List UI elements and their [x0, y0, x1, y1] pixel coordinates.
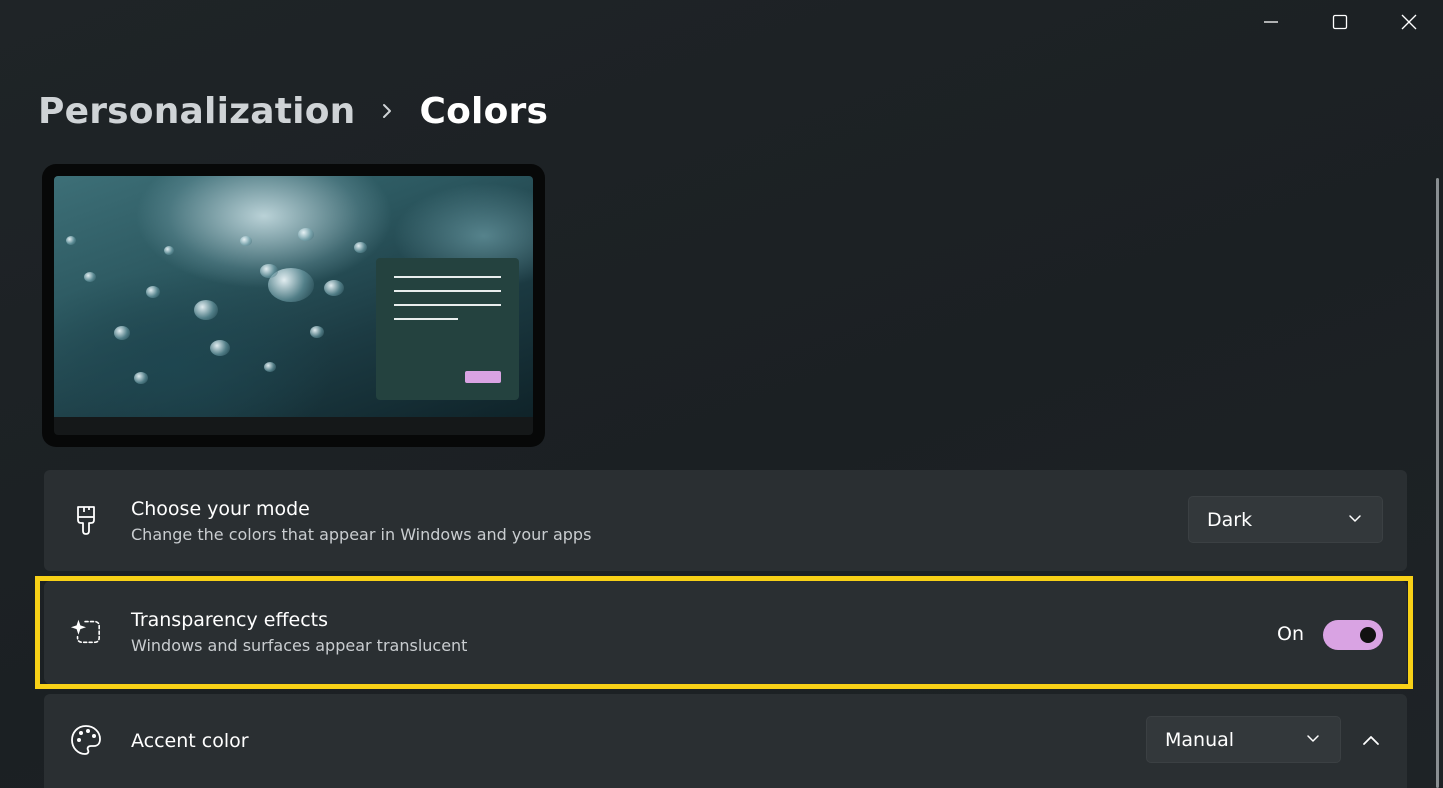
- setting-description: Change the colors that appear in Windows…: [131, 525, 592, 544]
- scrollbar[interactable]: [1436, 178, 1439, 788]
- page-title: Colors: [419, 90, 549, 132]
- minimize-button[interactable]: [1236, 0, 1305, 44]
- paintbrush-icon: [70, 504, 102, 536]
- toggle-knob: [1360, 627, 1376, 643]
- minimize-icon: [1263, 21, 1278, 23]
- setting-title: Choose your mode: [131, 498, 310, 520]
- setting-title: Transparency effects: [131, 609, 329, 631]
- accent-dropdown-value: Manual: [1165, 728, 1235, 751]
- close-button[interactable]: [1374, 0, 1443, 44]
- caption-buttons: [1236, 0, 1443, 44]
- toggle-state-label: On: [1277, 623, 1304, 645]
- chevron-down-icon: [1307, 735, 1319, 742]
- settings-window: Personalization Colors Choose your mode …: [0, 0, 1443, 788]
- setting-choose-mode: Choose your mode Change the colors that …: [44, 470, 1407, 571]
- breadcrumb: Personalization Colors: [38, 84, 548, 138]
- preview-accent-button: [465, 371, 501, 383]
- transparency-icon: [70, 615, 102, 647]
- maximize-button[interactable]: [1305, 0, 1374, 44]
- mode-dropdown-value: Dark: [1207, 508, 1253, 531]
- chevron-right-icon: [355, 102, 419, 120]
- collapse-button[interactable]: [1357, 726, 1385, 754]
- chevron-down-icon: [1349, 515, 1361, 522]
- transparency-toggle[interactable]: [1323, 620, 1383, 650]
- preview-app-window: [376, 258, 519, 400]
- setting-description: Windows and surfaces appear translucent: [131, 636, 468, 655]
- setting-title: Accent color: [131, 730, 249, 752]
- mode-dropdown[interactable]: Dark: [1188, 496, 1383, 543]
- palette-icon: [70, 724, 102, 756]
- setting-accent-color: Accent color Manual: [44, 694, 1407, 788]
- maximize-icon: [1332, 14, 1347, 30]
- breadcrumb-parent-link[interactable]: Personalization: [38, 91, 355, 132]
- accent-color-dropdown[interactable]: Manual: [1146, 716, 1341, 763]
- preview-taskbar: [54, 417, 533, 435]
- chevron-up-icon: [1363, 736, 1379, 745]
- theme-preview: [42, 164, 545, 447]
- close-icon: [1401, 14, 1416, 30]
- setting-transparency-effects: Transparency effects Windows and surface…: [44, 581, 1407, 684]
